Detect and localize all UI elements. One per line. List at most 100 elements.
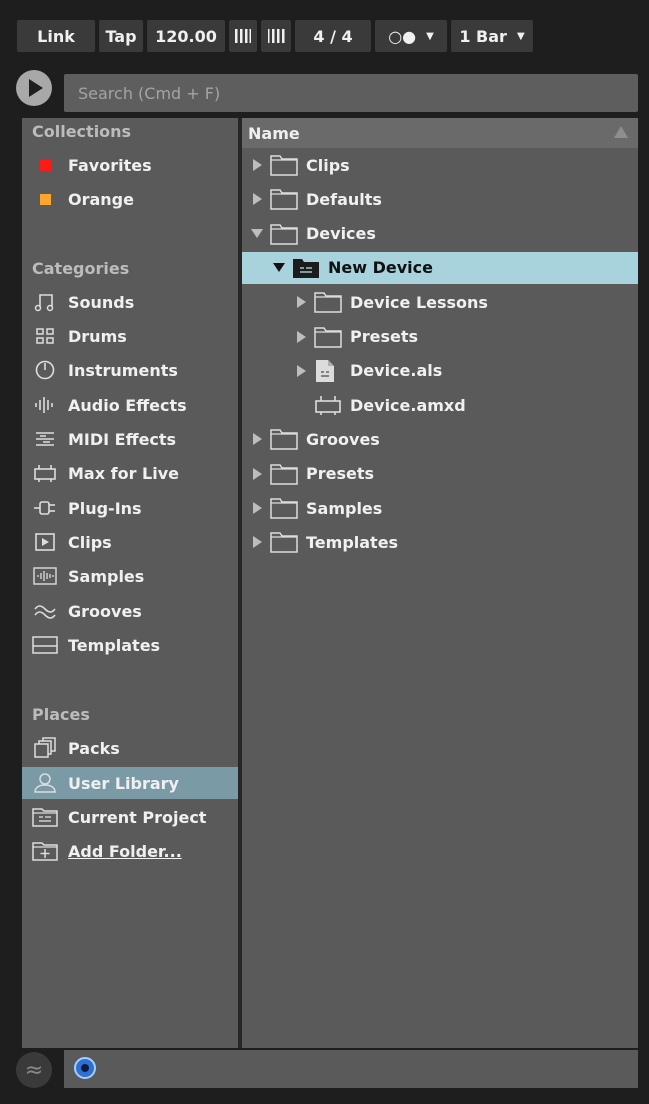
sidebar-item-label: Plug-Ins [68,498,142,518]
audio-bars-icon [35,397,53,413]
tree-row-presets[interactable]: Presets [242,321,638,353]
folder-icon [270,462,300,486]
nudge-down-button[interactable] [229,20,257,52]
sidebar-item-midi-effects[interactable]: MIDI Effects [22,423,238,455]
sidebar-item-clips[interactable]: Clips [22,526,238,558]
sidebar-item-sounds[interactable]: Sounds [22,286,238,318]
tree-row-device-amxd[interactable]: Device.amxd [242,389,638,421]
expand-arrow-icon[interactable] [294,295,308,309]
nudge-down-icon [235,29,251,43]
status-bar [64,1050,638,1088]
expand-arrow-icon[interactable] [294,364,308,378]
link-button[interactable]: Link [17,20,95,52]
drum-grid-icon [36,328,54,344]
packs-icon [34,737,56,758]
groove-wave-icon [34,605,56,619]
template-icon [32,636,58,654]
folder-icon [270,223,298,245]
expand-arrow-icon[interactable] [250,192,264,206]
sidebar-item-current-project[interactable]: Current Project [22,801,238,833]
sidebar-item-plug-ins[interactable]: Plug-Ins [22,492,238,524]
sidebar-item-orange[interactable]: Orange [22,183,238,215]
collapse-arrow-icon[interactable] [272,261,286,275]
quantize-dropdown[interactable]: 1 Bar ▼ [451,20,533,52]
sidebar-item-instruments[interactable]: Instruments [22,354,238,386]
expander-spacer [294,398,308,412]
sidebar-item-grooves[interactable]: Grooves [22,595,238,627]
tree-row-templates[interactable]: Templates [242,526,638,558]
tree-row-presets[interactable]: Presets [242,458,638,490]
expand-arrow-icon[interactable] [250,158,264,172]
folder-icon [270,496,300,520]
sidebar-item-label: Audio Effects [68,395,187,415]
expand-arrow-icon[interactable] [250,467,264,481]
sidebar-item-label: MIDI Effects [68,429,177,449]
time-signature-field[interactable]: 4 / 4 [295,20,371,52]
folder-icon [314,292,342,313]
tree-row-new-device[interactable]: New Device [242,251,638,284]
sidebar-item-label: Packs [68,738,120,758]
sidebar-item-label: Max for Live [68,463,179,483]
nudge-up-button[interactable] [261,20,291,52]
chevron-down-icon: ▼ [516,30,525,42]
tree-row-grooves[interactable]: Grooves [242,423,638,455]
midi-lines-icon [36,432,54,446]
metronome-button[interactable]: ○● ▼ [375,20,447,52]
expand-arrow-icon[interactable] [294,330,308,344]
tree-row-label: Grooves [306,429,380,449]
expand-arrow-icon[interactable] [250,501,264,515]
folder-icon [270,187,300,211]
expand-arrow-icon[interactable] [250,535,264,549]
sidebar-item-drums[interactable]: Drums [22,320,238,352]
sidebar-item-audio-effects[interactable]: Audio Effects [22,389,238,421]
color-swatch-red [39,159,51,171]
tree-row-devices[interactable]: Devices [242,218,638,250]
music-note-icon [34,294,54,312]
sidebar-item-label: User Library [68,773,179,793]
groove-pool-button[interactable]: ≈ [16,1052,52,1088]
tree-row-label: New Device [328,258,433,278]
sidebar-item-packs[interactable]: Packs [22,732,238,764]
expand-arrow-icon[interactable] [250,432,264,446]
sidebar-item-label: Templates [68,635,161,655]
als-file-icon [316,359,334,382]
search-input[interactable]: Search (Cmd + F) [64,74,638,112]
status-icon[interactable] [74,1057,96,1079]
tempo-field[interactable]: 120.00 [147,20,225,52]
name-column-header[interactable]: Name [242,118,638,148]
folder-icon [270,429,298,451]
sidebar-item-user-library[interactable]: User Library [22,767,238,799]
preview-play-button[interactable] [16,70,52,106]
metronome-icon: ○● [388,26,417,46]
tree-row-samples[interactable]: Samples [242,492,638,524]
user-icon [34,773,56,793]
sidebar-item-label: Favorites [68,155,152,175]
collapse-arrow-icon[interactable] [250,227,264,241]
tap-tempo-button[interactable]: Tap [99,20,143,52]
sidebar-item-label: Samples [68,566,145,586]
sidebar-item-samples[interactable]: Samples [22,560,238,592]
tree-row-label: Devices [306,224,376,244]
folder-icon [270,463,298,485]
tree-row-device-lessons[interactable]: Device Lessons [242,286,638,318]
tree-row-label: Presets [350,327,419,346]
folder-icon [270,532,298,554]
collections-heading: Collections [32,122,132,141]
file-browser: Name Clips Defaults Devices New Device Devic… [242,118,638,1048]
places-heading: Places [32,705,90,724]
sidebar-item-label: Grooves [68,601,142,621]
tree-row-label: Device.amxd [350,395,466,415]
tree-row-defaults[interactable]: Defaults [242,183,638,215]
tree-row-label: Samples [306,498,383,518]
tree-row-clips[interactable]: Clips [242,149,638,181]
add-folder-link[interactable]: Add Folder... [22,835,238,867]
sidebar-item-max-for-live[interactable]: Max for Live [22,457,238,489]
play-icon [29,79,43,97]
sidebar-item-templates[interactable]: Templates [22,629,238,661]
tree-row-device-als[interactable]: Device.als [242,355,638,387]
browser-sidebar: Collections Favorites Orange Categories … [22,118,238,1048]
tree-row-label: Device.als [350,361,443,381]
chevron-down-icon: ▼ [426,30,434,42]
max-device-icon [314,393,344,417]
sidebar-item-favorites[interactable]: Favorites [22,149,238,181]
